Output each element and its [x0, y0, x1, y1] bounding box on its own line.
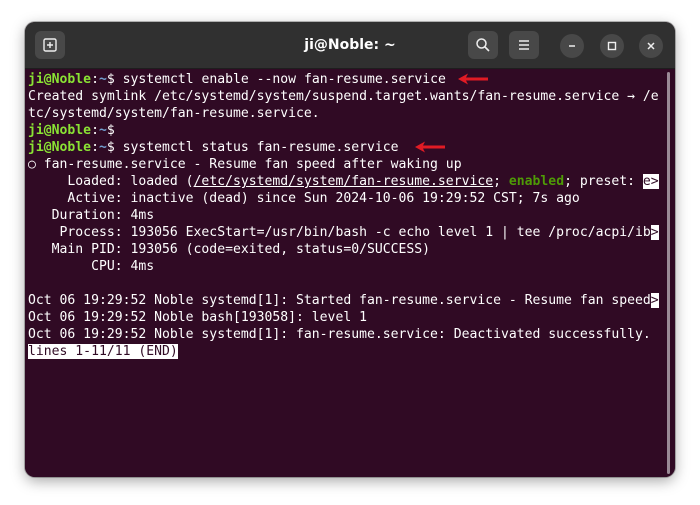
- output-line: tc/systemd/system/fan-resume.service.: [28, 106, 320, 121]
- prompt-line: ji@Noble:~$: [28, 122, 663, 139]
- close-icon: [647, 42, 655, 50]
- hamburger-menu-icon: [519, 40, 529, 50]
- prompt-separator: :: [91, 140, 99, 155]
- command-text: systemctl status fan-resume.service: [122, 140, 399, 155]
- enabled-status: enabled: [508, 174, 565, 189]
- prompt-separator: :: [91, 123, 99, 138]
- truncation-marker: >: [650, 293, 659, 308]
- maximize-button[interactable]: [600, 34, 624, 58]
- prompt-separator: :: [91, 72, 99, 87]
- log-text: Oct 06 19:29:52 Noble systemd[1]: Starte…: [28, 293, 651, 308]
- log-line: Oct 06 19:29:52 Noble systemd[1]: Starte…: [28, 292, 663, 309]
- output-text: Process: 193056 ExecStart=/usr/bin/bash …: [28, 225, 651, 240]
- loaded-prefix: Loaded: loaded (: [28, 174, 194, 189]
- new-tab-icon: [43, 38, 57, 52]
- new-tab-button[interactable]: [35, 31, 65, 59]
- prompt-user: ji@Noble: [28, 72, 92, 87]
- output-line: CPU: 4ms: [28, 259, 155, 274]
- loaded-preset: ; preset:: [564, 174, 643, 189]
- output-line: ○ fan-resume.service - Resume fan speed …: [28, 157, 462, 172]
- pager-status: lines 1-11/11 (END): [28, 344, 178, 359]
- title-bar: ji@Noble: ~: [25, 22, 675, 69]
- truncation-marker: >: [650, 225, 659, 240]
- output-line: Active: inactive (dead) since Sun 2024-1…: [28, 191, 580, 206]
- output-line: Process: 193056 ExecStart=/usr/bin/bash …: [28, 224, 663, 241]
- prompt-symbol: $: [106, 123, 115, 138]
- prompt-user: ji@Noble: [28, 140, 92, 155]
- output-line: Main PID: 193056 (code=exited, status=0/…: [28, 242, 431, 257]
- minimize-icon: [569, 45, 575, 47]
- truncation-marker: e>: [642, 174, 659, 189]
- terminal-output[interactable]: ji@Noble:~$ systemctl enable --now fan-r…: [25, 69, 663, 477]
- prompt-line: ji@Noble:~$ systemctl status fan-resume.…: [28, 139, 663, 156]
- red-arrow-icon: [415, 141, 445, 153]
- search-button[interactable]: [468, 31, 498, 59]
- search-icon: [476, 38, 490, 52]
- output-line: Duration: 4ms: [28, 208, 155, 223]
- loaded-separator: ;: [493, 174, 509, 189]
- log-line: Oct 06 19:29:52 Noble bash[193058]: leve…: [28, 310, 367, 325]
- terminal-window: ji@Noble: ~ ji@Noble:~$ systemctl enable…: [25, 22, 675, 477]
- loaded-line: Loaded: loaded (/etc/systemd/system/fan-…: [28, 173, 663, 190]
- log-line: Oct 06 19:29:52 Noble systemd[1]: fan-re…: [28, 327, 651, 342]
- menu-button[interactable]: [509, 31, 539, 59]
- pager-status-line: lines 1-11/11 (END): [28, 343, 663, 360]
- prompt-line: ji@Noble:~$ systemctl enable --now fan-r…: [28, 71, 663, 88]
- red-arrow-icon: [458, 73, 488, 85]
- prompt-cwd: ~: [98, 72, 107, 87]
- close-button[interactable]: [639, 34, 663, 58]
- prompt-cwd: ~: [98, 140, 107, 155]
- prompt-user: ji@Noble: [28, 123, 92, 138]
- command-text: systemctl enable --now fan-resume.servic…: [122, 72, 446, 87]
- unit-file-link[interactable]: /etc/systemd/system/fan-resume.service: [194, 174, 494, 189]
- scrollbar[interactable]: [663, 69, 675, 477]
- output-line: Created symlink /etc/systemd/system/susp…: [28, 89, 659, 104]
- prompt-symbol: $: [106, 72, 123, 87]
- maximize-icon: [607, 41, 617, 51]
- prompt-symbol: $: [106, 140, 123, 155]
- prompt-cwd: ~: [98, 123, 107, 138]
- scrollbar-thumb[interactable]: [667, 72, 670, 474]
- minimize-button[interactable]: [560, 34, 584, 58]
